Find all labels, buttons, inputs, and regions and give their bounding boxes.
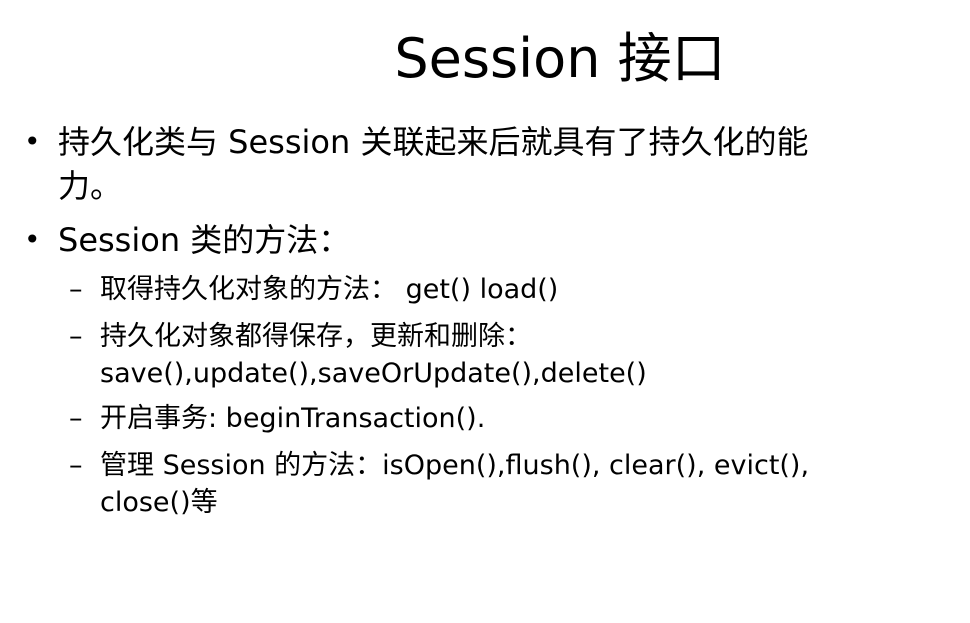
sub-bullet-marker: – [69, 321, 83, 352]
slide: Session 接口 • 持久化类与 Session 关联起来后就具有了持久化的… [0, 0, 970, 623]
sub-bullet-text-line: 取得持久化对象的方法： get() load() [100, 274, 559, 305]
sub-bullet-text-line: close()等 [100, 487, 218, 518]
bullet-text-line: 力。 [58, 167, 123, 205]
bullet-text-line: 持久化类与 Session 关联起来后就具有了持久化的能 [58, 123, 809, 161]
sub-bullet-item: – 持久化对象都得保存，更新和删除： save(),update(),saveO… [69, 318, 920, 392]
bullet-text-line: Session 类的方法： [58, 221, 351, 259]
sub-bullet-text-line: 管理 Session 的方法：isOpen(),flush(), clear()… [100, 450, 810, 481]
sub-bullet-marker: – [69, 403, 83, 434]
bullet-marker: • [24, 223, 41, 256]
bullet-item: • Session 类的方法： [24, 218, 938, 262]
sub-bullet-marker: – [69, 274, 83, 305]
sub-bullet-marker: – [69, 450, 83, 481]
sub-bullet-item: – 开启事务: beginTransaction(). [69, 400, 920, 437]
bullet-item: • 持久化类与 Session 关联起来后就具有了持久化的能 力。 [24, 120, 938, 208]
sub-bullet-text-line: save(),update(),saveOrUpdate(),delete() [100, 358, 647, 389]
sub-bullet-item: – 取得持久化对象的方法： get() load() [69, 271, 920, 308]
sub-bullet-text-line: 开启事务: beginTransaction(). [100, 403, 486, 434]
bullet-list: • 持久化类与 Session 关联起来后就具有了持久化的能 力。 • Sess… [0, 0, 970, 623]
sub-bullet-item: – 管理 Session 的方法：isOpen(),flush(), clear… [69, 447, 920, 521]
sub-bullet-text-line: 持久化对象都得保存，更新和删除： [100, 321, 532, 352]
bullet-marker: • [24, 125, 41, 158]
